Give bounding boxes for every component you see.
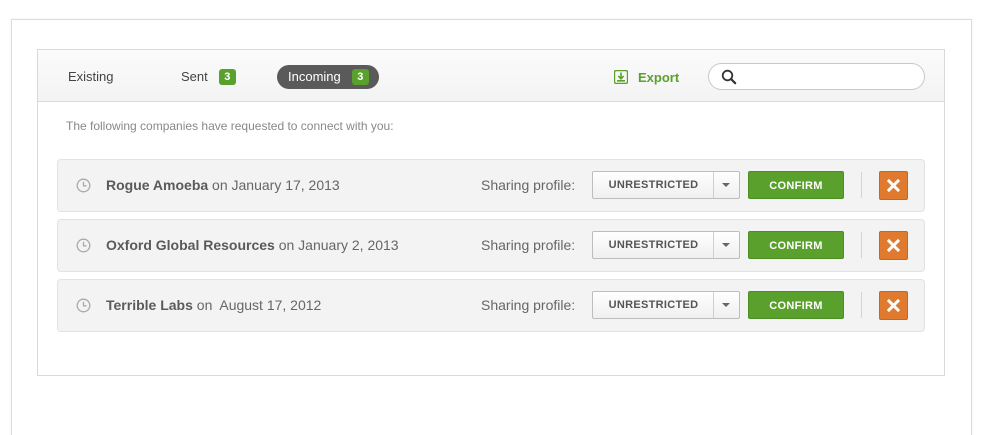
intro-text: The following companies have requested t… (66, 119, 394, 133)
sharing-profile-label: Sharing profile: (481, 237, 576, 253)
select-divider (713, 172, 714, 198)
tab-existing-label: Existing (68, 69, 114, 84)
search-icon (721, 69, 737, 85)
request-date: on August 17, 2012 (192, 297, 322, 313)
company-name: Rogue Amoeba (106, 177, 209, 193)
export-button[interactable]: Export (614, 65, 679, 89)
reject-button[interactable] (879, 231, 908, 260)
request-date: on January 17, 2013 (208, 177, 340, 193)
incoming-count-badge: 3 (351, 69, 369, 85)
confirm-button[interactable]: CONFIRM (748, 171, 844, 199)
request-date: on January 2, 2013 (274, 237, 399, 253)
confirm-button[interactable]: CONFIRM (748, 291, 844, 319)
reject-button[interactable] (879, 291, 908, 320)
row-divider (861, 292, 862, 318)
search-box (708, 63, 925, 90)
sharing-profile-label: Sharing profile: (481, 297, 576, 313)
connections-panel: Existing Sent 3 Incoming 3 Export The fo… (37, 49, 945, 376)
toolbar: Existing Sent 3 Incoming 3 Export (38, 50, 944, 102)
sharing-profile-select[interactable]: UNRESTRICTED (592, 231, 740, 259)
request-row: Terrible Labs on August 17, 2012 Sharing… (57, 279, 925, 332)
request-summary: Terrible Labs on August 17, 2012 (106, 297, 321, 313)
tab-sent-label: Sent (181, 69, 208, 84)
request-row: Rogue Amoeba on January 17, 2013 Sharing… (57, 159, 925, 212)
select-divider (713, 232, 714, 258)
reject-button[interactable] (879, 171, 908, 200)
sharing-profile-select[interactable]: UNRESTRICTED (592, 171, 740, 199)
clock-icon (76, 178, 91, 193)
sharing-profile-value: UNRESTRICTED (608, 299, 699, 311)
chevron-down-icon (722, 183, 730, 187)
sharing-profile-value: UNRESTRICTED (608, 239, 699, 251)
request-summary: Rogue Amoeba on January 17, 2013 (106, 177, 340, 193)
close-icon (887, 299, 900, 312)
request-row: Oxford Global Resources on January 2, 20… (57, 219, 925, 272)
company-name: Oxford Global Resources (106, 237, 275, 253)
request-summary: Oxford Global Resources on January 2, 20… (106, 237, 399, 253)
search-input[interactable] (743, 67, 913, 86)
export-icon (614, 70, 628, 84)
close-icon (887, 239, 900, 252)
chevron-down-icon (722, 243, 730, 247)
chevron-down-icon (722, 303, 730, 307)
select-divider (713, 292, 714, 318)
export-label: Export (638, 69, 680, 85)
row-divider (861, 232, 862, 258)
sharing-profile-label: Sharing profile: (481, 177, 576, 193)
confirm-button[interactable]: CONFIRM (748, 231, 844, 259)
sharing-profile-select[interactable]: UNRESTRICTED (592, 291, 740, 319)
tab-existing[interactable]: Existing (68, 65, 114, 89)
tab-incoming[interactable]: Incoming 3 (277, 65, 379, 89)
clock-icon (76, 238, 91, 253)
sharing-profile-value: UNRESTRICTED (608, 179, 699, 191)
close-icon (887, 179, 900, 192)
company-name: Terrible Labs (106, 297, 193, 313)
row-divider (861, 172, 862, 198)
sent-count-badge: 3 (218, 69, 236, 85)
clock-icon (76, 298, 91, 313)
tab-incoming-label: Incoming (288, 69, 341, 84)
tab-sent[interactable]: Sent 3 (181, 65, 236, 89)
